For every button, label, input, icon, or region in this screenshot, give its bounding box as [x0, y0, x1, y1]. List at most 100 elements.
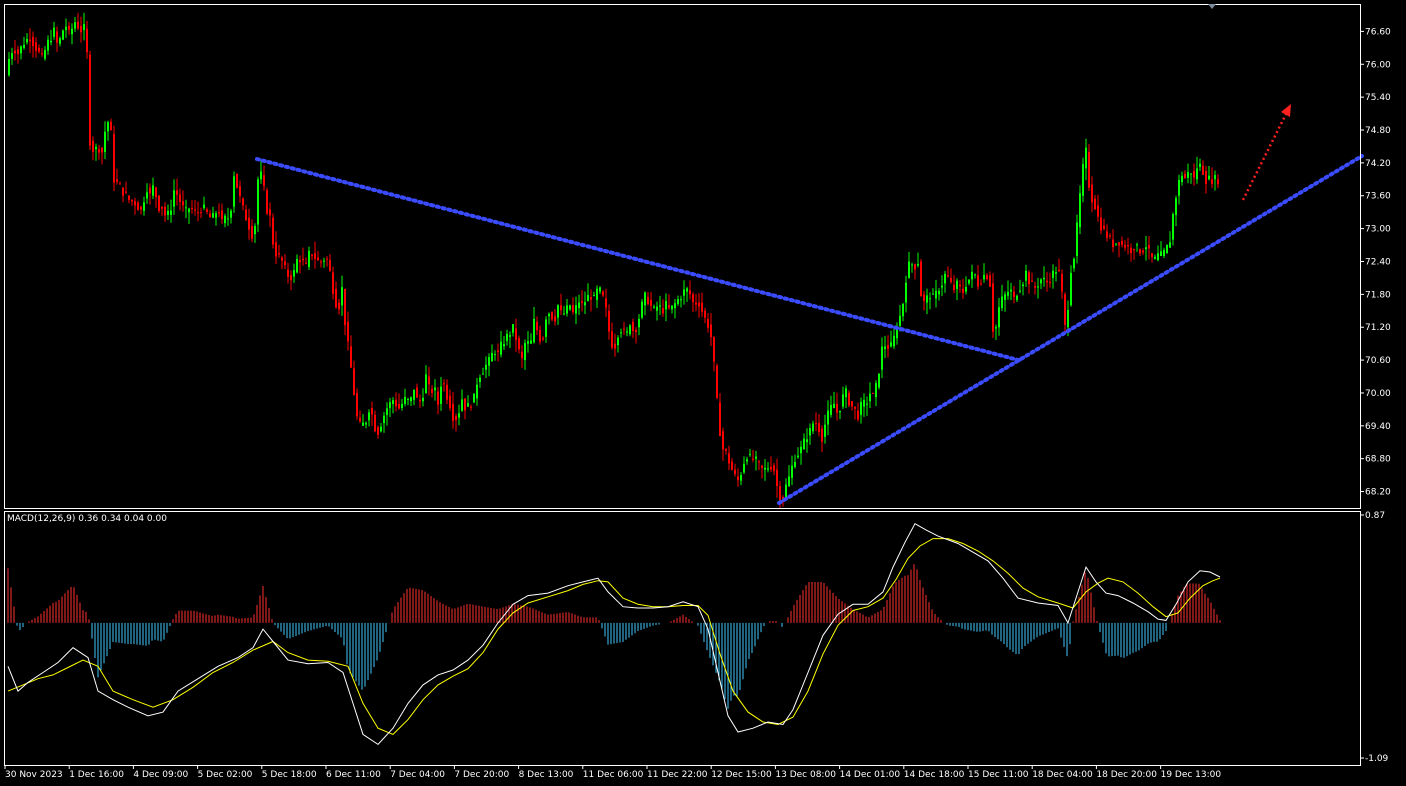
bear-candle[interactable] — [950, 277, 952, 283]
bull-candle[interactable] — [1007, 291, 1009, 296]
bull-candle[interactable] — [995, 327, 997, 329]
bear-candle[interactable] — [1139, 249, 1141, 254]
bull-candle[interactable] — [143, 202, 145, 211]
bear-candle[interactable] — [590, 297, 592, 300]
bear-candle[interactable] — [464, 398, 466, 411]
bear-candle[interactable] — [281, 257, 283, 261]
bull-candle[interactable] — [527, 341, 529, 344]
bull-candle[interactable] — [596, 288, 598, 300]
bull-candle[interactable] — [293, 270, 295, 277]
bull-candle[interactable] — [8, 58, 10, 76]
bull-candle[interactable] — [827, 410, 829, 425]
bull-candle[interactable] — [896, 329, 898, 339]
bear-candle[interactable] — [497, 350, 499, 353]
bear-candle[interactable] — [821, 428, 823, 442]
bear-candle[interactable] — [611, 331, 613, 348]
bull-candle[interactable] — [677, 299, 679, 304]
bear-candle[interactable] — [182, 201, 184, 206]
bull-candle[interactable] — [686, 288, 688, 292]
bull-candle[interactable] — [1145, 247, 1147, 250]
bear-candle[interactable] — [251, 225, 253, 239]
bull-candle[interactable] — [404, 397, 406, 404]
bull-candle[interactable] — [911, 264, 913, 266]
bear-candle[interactable] — [977, 275, 979, 287]
bull-candle[interactable] — [644, 292, 646, 306]
bull-candle[interactable] — [71, 28, 73, 35]
bear-candle[interactable] — [920, 261, 922, 297]
bear-candle[interactable] — [359, 417, 361, 422]
bull-candle[interactable] — [671, 305, 673, 310]
bear-candle[interactable] — [1133, 249, 1135, 251]
bull-candle[interactable] — [488, 357, 490, 366]
bear-candle[interactable] — [269, 209, 271, 216]
bull-candle[interactable] — [680, 299, 682, 301]
bull-candle[interactable] — [473, 393, 475, 403]
bull-candle[interactable] — [620, 332, 622, 334]
bear-candle[interactable] — [161, 206, 163, 209]
bear-candle[interactable] — [1091, 184, 1093, 203]
bear-candle[interactable] — [221, 210, 223, 220]
bear-candle[interactable] — [872, 392, 874, 394]
bear-candle[interactable] — [1100, 217, 1102, 231]
bear-candle[interactable] — [761, 465, 763, 468]
bear-candle[interactable] — [179, 194, 181, 203]
bear-candle[interactable] — [158, 195, 160, 211]
bear-candle[interactable] — [701, 302, 703, 312]
bull-candle[interactable] — [800, 446, 802, 454]
bull-candle[interactable] — [434, 387, 436, 391]
bull-candle[interactable] — [785, 484, 787, 499]
bear-candle[interactable] — [647, 297, 649, 305]
bear-candle[interactable] — [41, 53, 43, 55]
bear-candle[interactable] — [101, 147, 103, 153]
bull-candle[interactable] — [659, 305, 661, 307]
bull-candle[interactable] — [392, 400, 394, 404]
bull-candle[interactable] — [383, 415, 385, 424]
bull-candle[interactable] — [656, 306, 658, 311]
bear-candle[interactable] — [116, 179, 118, 182]
bear-candle[interactable] — [446, 384, 448, 400]
bear-candle[interactable] — [110, 121, 112, 131]
bull-candle[interactable] — [257, 179, 259, 225]
bear-candle[interactable] — [728, 453, 730, 464]
bear-candle[interactable] — [248, 217, 250, 230]
bull-candle[interactable] — [341, 287, 343, 306]
bear-candle[interactable] — [140, 206, 142, 210]
bull-candle[interactable] — [1208, 175, 1210, 180]
bear-candle[interactable] — [989, 275, 991, 287]
bear-candle[interactable] — [125, 191, 127, 193]
bear-candle[interactable] — [14, 50, 16, 54]
bull-candle[interactable] — [926, 295, 928, 303]
bear-candle[interactable] — [128, 195, 130, 200]
bull-candle[interactable] — [905, 282, 907, 303]
bull-candle[interactable] — [44, 50, 46, 59]
bear-candle[interactable] — [299, 260, 301, 263]
bull-candle[interactable] — [674, 303, 676, 309]
bear-candle[interactable] — [1097, 205, 1099, 217]
bear-candle[interactable] — [113, 134, 115, 183]
bull-candle[interactable] — [368, 412, 370, 421]
bear-candle[interactable] — [164, 206, 166, 216]
bear-candle[interactable] — [1106, 231, 1108, 238]
bull-candle[interactable] — [884, 346, 886, 350]
bull-candle[interactable] — [173, 190, 175, 207]
bull-candle[interactable] — [1169, 242, 1171, 248]
bear-candle[interactable] — [1031, 280, 1033, 282]
bear-candle[interactable] — [1103, 225, 1105, 229]
bull-candle[interactable] — [485, 364, 487, 370]
bull-candle[interactable] — [629, 325, 631, 335]
bull-candle[interactable] — [902, 303, 904, 317]
bull-candle[interactable] — [1172, 214, 1174, 240]
bull-candle[interactable] — [1070, 272, 1072, 306]
bull-candle[interactable] — [890, 342, 892, 347]
bull-candle[interactable] — [1019, 290, 1021, 292]
bull-candle[interactable] — [506, 333, 508, 341]
bear-candle[interactable] — [992, 283, 994, 332]
bear-candle[interactable] — [515, 328, 517, 341]
bear-candle[interactable] — [1217, 179, 1219, 185]
bear-candle[interactable] — [818, 423, 820, 433]
bull-candle[interactable] — [812, 423, 814, 432]
bull-candle[interactable] — [833, 403, 835, 409]
bear-candle[interactable] — [887, 345, 889, 349]
bear-candle[interactable] — [176, 190, 178, 195]
bear-candle[interactable] — [836, 403, 838, 413]
